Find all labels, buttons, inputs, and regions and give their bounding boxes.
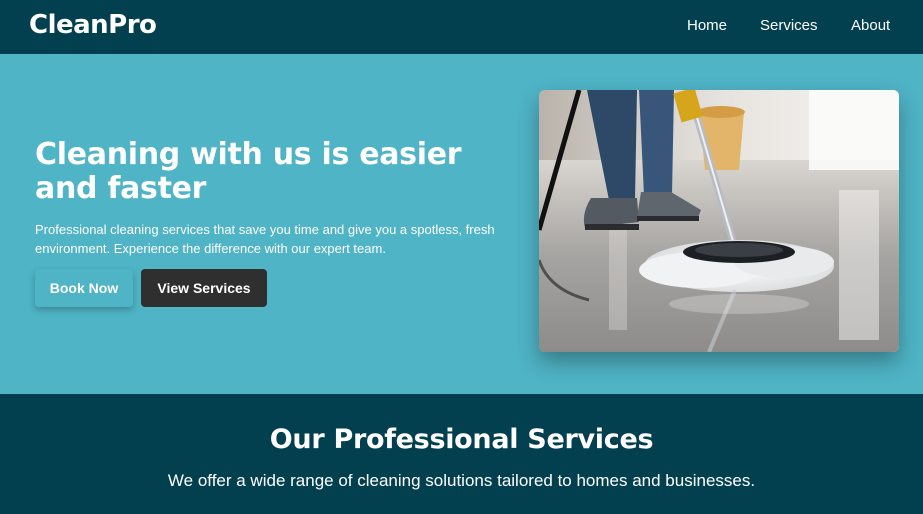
hero-description: Professional cleaning services that save…: [35, 222, 495, 256]
services-title: Our Professional Services: [269, 424, 654, 455]
brand-logo[interactable]: CleanPro: [29, 10, 157, 40]
view-services-button[interactable]: View Services: [141, 269, 267, 307]
services-section: Our Professional Services We offer a wid…: [0, 394, 923, 514]
hero-title: Cleaning with us is easier and faster: [35, 137, 462, 206]
nav-link-services[interactable]: Services: [760, 17, 818, 34]
hero-section: Cleaning with us is easier and faster Pr…: [0, 54, 923, 394]
top-navbar: CleanPro Home Services About: [0, 0, 923, 54]
services-subtitle: We offer a wide range of cleaning soluti…: [167, 471, 756, 490]
nav-link-about[interactable]: About: [851, 17, 890, 34]
nav-link-home[interactable]: Home: [687, 17, 727, 34]
hero-image-mopping: [539, 90, 899, 352]
book-now-button[interactable]: Book Now: [35, 269, 133, 307]
